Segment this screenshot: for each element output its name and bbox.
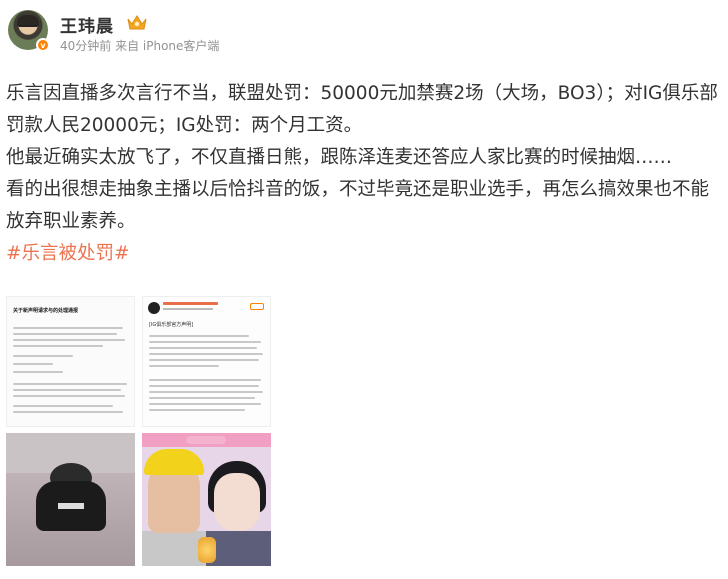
- image-thumbnail-2[interactable]: [IG俱乐部官方声明]: [142, 296, 271, 427]
- live-tag: [186, 436, 226, 444]
- doc-text-line: [149, 403, 261, 405]
- doc-text-line: [13, 339, 125, 341]
- image-thumbnail-1[interactable]: 关于新声明请求与的处理通报: [6, 296, 135, 427]
- topic-link[interactable]: #乐言被处罚#: [6, 243, 130, 264]
- doc-text-line: [13, 411, 123, 413]
- doc-text-line: [149, 365, 219, 367]
- doc-text-line: [149, 385, 259, 387]
- post-meta: 40分钟前 来自 iPhone客户端: [60, 39, 220, 53]
- doc-text-line: [149, 391, 263, 393]
- doc-text-line: [13, 355, 73, 357]
- avatar-glasses: [19, 25, 37, 29]
- doc-text-line: [13, 327, 123, 329]
- doc-text-line: [13, 371, 63, 373]
- gift-icon: [198, 537, 216, 563]
- follow-button: [250, 303, 264, 310]
- doc-text-line: [13, 389, 121, 391]
- doc-text-line: [149, 341, 261, 343]
- doc-text-line: [149, 379, 261, 381]
- doc-text-line: [13, 383, 127, 385]
- post-paragraph-1: 乐言因直播多次言行不当，联盟处罚：50000元加禁赛2场（大场，BO3）；对IG…: [6, 83, 718, 136]
- doc-text-line: [149, 397, 255, 399]
- verified-badge-icon: v: [36, 38, 50, 52]
- repost-meta-bar: [163, 308, 213, 310]
- doc-text-line: [149, 347, 257, 349]
- right-streamer-face: [214, 473, 260, 531]
- doc-text-line: [13, 405, 113, 407]
- doc-text-line: [13, 345, 103, 347]
- post-header: v 王玮晨 40分钟前 来自 iPhone客户端: [8, 8, 708, 56]
- repost-name-bar: [163, 302, 218, 305]
- repost-header: [IG俱乐部官方声明]: [149, 322, 194, 328]
- doc-text-line: [149, 353, 263, 355]
- post-paragraph-3: 看的出很想走抽象主播以后恰抖音的饭，不过毕竟还是职业选手，再怎么搞效果也不能放弃…: [6, 179, 710, 232]
- shirt-print: [58, 503, 84, 509]
- post-paragraph-2: 他最近确实太放飞了，不仅直播日熊，跟陈泽连麦还答应人家比赛的时候抽烟……: [6, 147, 673, 168]
- doc-text-line: [13, 395, 125, 397]
- doc-text-line: [149, 409, 245, 411]
- repost-avatar: [148, 302, 160, 314]
- doc-text-line: [13, 333, 117, 335]
- doc-text-line: [149, 359, 259, 361]
- image-thumbnail-3[interactable]: [6, 433, 135, 566]
- doc-text-line: [149, 335, 249, 337]
- image-thumbnail-4[interactable]: [142, 433, 271, 566]
- post-content: 乐言因直播多次言行不当，联盟处罚：50000元加禁赛2场（大场，BO3）；对IG…: [6, 78, 722, 270]
- doc-title: 关于新声明请求与的处理通报: [13, 308, 79, 314]
- doc-text-line: [13, 363, 53, 365]
- crown-icon: [127, 15, 147, 30]
- yellow-hat: [144, 449, 204, 475]
- author-name[interactable]: 王玮晨: [60, 12, 114, 37]
